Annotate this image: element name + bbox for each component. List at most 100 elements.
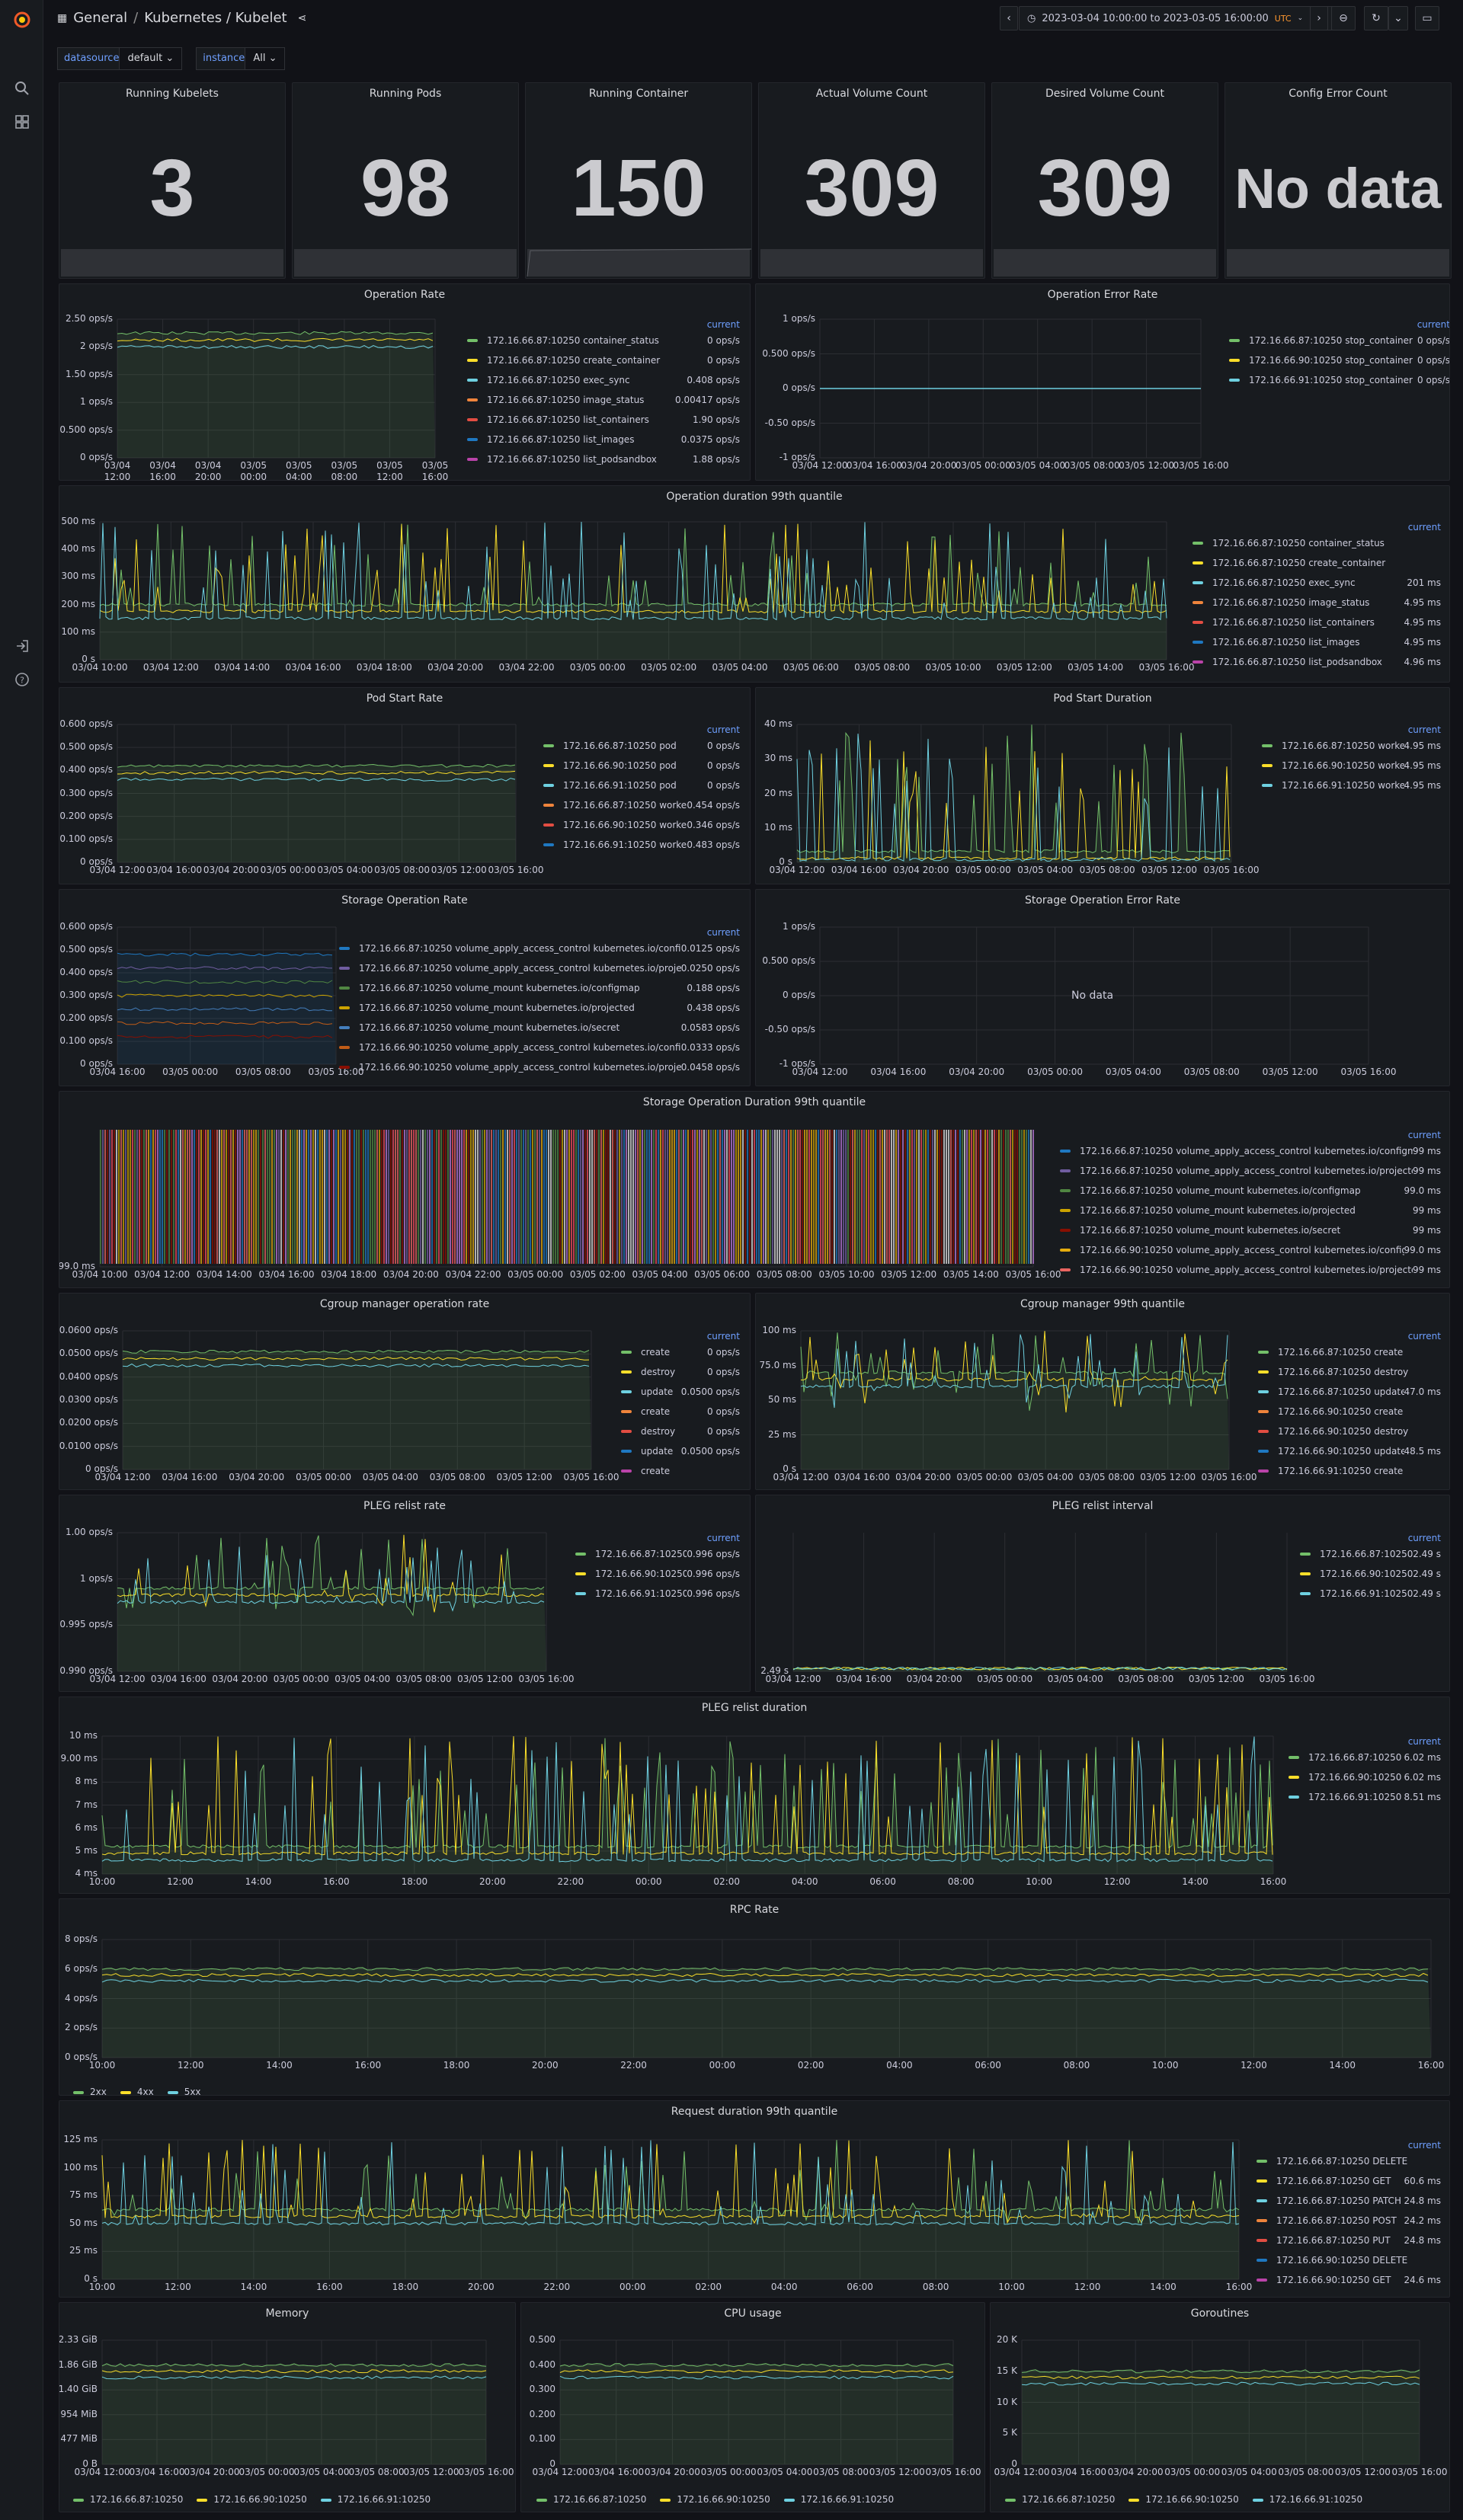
- graph-panel-req-dur[interactable]: Request duration 99th quantile 125 ms 100 …: [59, 2100, 1450, 2298]
- legend-item[interactable]: 172.16.66.87:10250 PUT 24.8 ms: [1257, 2233, 1441, 2248]
- legend-item[interactable]: 5xx: [167, 2087, 201, 2095]
- grafana-logo[interactable]: [13, 11, 31, 29]
- legend-item[interactable]: 172.16.66.87:10250 DELETE: [1257, 2154, 1441, 2169]
- time-forward-button[interactable]: ›: [1310, 6, 1328, 30]
- legend-item[interactable]: 172.16.66.87:10250: [536, 2494, 646, 2505]
- graph-panel-rpc[interactable]: RPC Rate 8 ops/s 6 ops/s 4 ops/s 2 ops/s 0 op…: [59, 1898, 1450, 2096]
- legend-item[interactable]: 172.16.66.90:10250 create: [1258, 1404, 1441, 1419]
- legend-item[interactable]: 172.16.66.90:10250: [660, 2494, 770, 2505]
- legend-item[interactable]: 172.16.66.90:10250: [197, 2494, 307, 2505]
- legend-item[interactable]: 172.16.66.87:10250 list_podsandbox 4.96 m…: [1192, 654, 1441, 670]
- instance-select[interactable]: All ⌄: [245, 47, 286, 70]
- zoom-out-icon[interactable]: ⊖: [1331, 6, 1356, 30]
- legend-item[interactable]: 172.16.66.87:10250: [1005, 2494, 1115, 2505]
- legend-item[interactable]: 172.16.66.87:10250 GET 60.6 ms: [1257, 2173, 1441, 2189]
- legend-header[interactable]: current: [707, 1331, 740, 1342]
- legend-item[interactable]: create 0 ops/s: [621, 1404, 740, 1419]
- legend-item[interactable]: 172.16.66.87:10250 container_status: [1192, 536, 1441, 551]
- plot-area[interactable]: [991, 2303, 1450, 2512]
- legend-item[interactable]: destroy 0 ops/s: [621, 1364, 740, 1380]
- legend-header[interactable]: current: [707, 927, 740, 938]
- refresh-interval-dropdown[interactable]: ⌄: [1388, 6, 1408, 30]
- legend-item[interactable]: 172.16.66.90:10250: [1128, 2494, 1239, 2505]
- legend-item[interactable]: 172.16.66.87:10250 POST 24.2 ms: [1257, 2213, 1441, 2228]
- graph-panel-gor[interactable]: Goroutines 20 K 15 K 10 K5 K 0 03/04 12:00 03/…: [990, 2302, 1450, 2512]
- plot-area[interactable]: [521, 2303, 985, 2512]
- legend-item[interactable]: 172.16.66.87:10250: [73, 2494, 183, 2505]
- legend-item[interactable]: 172.16.66.87:10250 PATCH 24.8 ms: [1257, 2193, 1441, 2208]
- legend-item[interactable]: 172.16.66.87:10250 worker 0.454 ops/s: [543, 798, 740, 813]
- legend-item[interactable]: 172.16.66.90:10250 stop_container 0 ops/s: [1229, 353, 1449, 368]
- legend-item[interactable]: 172.16.66.91:10250 create: [1258, 1463, 1441, 1479]
- tv-icon[interactable]: ▭: [1415, 6, 1439, 30]
- help-icon[interactable]: ?: [13, 670, 31, 689]
- legend-item[interactable]: 172.16.66.87:10250 list_containers 1.90 o…: [467, 412, 740, 427]
- legend-item[interactable]: 172.16.66.90:10250 2.49 s: [1300, 1566, 1441, 1581]
- legend-item[interactable]: 172.16.66.87:10250 volume_apply_access_c…: [339, 961, 740, 976]
- legend-item[interactable]: 4xx: [120, 2087, 154, 2095]
- legend-item[interactable]: 172.16.66.91:10250 8.51 ms: [1289, 1789, 1441, 1805]
- graph-panel-pod-dur[interactable]: Pod Start Duration 40 ms 30 ms 20 ms 10 ms 0 …: [755, 687, 1450, 884]
- legend-item[interactable]: destroy 0 ops/s: [621, 1424, 740, 1439]
- legend-item[interactable]: 172.16.66.87:10250 image_status 0.00417 o…: [467, 392, 740, 408]
- legend-item[interactable]: 172.16.66.87:10250 volume_mount kubernet…: [339, 1000, 740, 1015]
- legend-item[interactable]: 172.16.66.90:10250 volume_apply_access_c…: [339, 1060, 740, 1075]
- legend-item[interactable]: 172.16.66.91:10250 stop_container 0 ops/s: [1229, 373, 1449, 388]
- legend-item[interactable]: 172.16.66.87:10250 stop_container 0 ops/s: [1229, 333, 1449, 348]
- legend-item[interactable]: 172.16.66.87:10250 volume_mount kubernet…: [339, 980, 740, 996]
- legend-item[interactable]: 172.16.66.87:10250 list_images 4.95 ms: [1192, 635, 1441, 650]
- legend-item[interactable]: 172.16.66.90:10250 pod 0 ops/s: [543, 758, 740, 773]
- legend-item[interactable]: 172.16.66.90:10250 6.02 ms: [1289, 1770, 1441, 1785]
- graph-panel-st-rate[interactable]: Storage Operation Rate 0.600 ops/s 0.500 o…: [59, 889, 751, 1086]
- legend-item[interactable]: 172.16.66.90:10250 DELETE: [1257, 2253, 1441, 2268]
- legend-header[interactable]: current: [1408, 1331, 1441, 1342]
- legend-item[interactable]: 172.16.66.90:10250 worker 4.95 ms: [1262, 758, 1441, 773]
- dashboards-icon[interactable]: [13, 113, 31, 131]
- legend-item[interactable]: 172.16.66.91:10250 worker 0.483 ops/s: [543, 837, 740, 852]
- legend-item[interactable]: 172.16.66.90:10250 GET 24.6 ms: [1257, 2272, 1441, 2288]
- legend-item[interactable]: 172.16.66.87:10250 volume_mount kubernet…: [1060, 1183, 1441, 1198]
- legend-item[interactable]: 172.16.66.91:10250 pod 0 ops/s: [543, 778, 740, 793]
- legend-item[interactable]: update 0.0500 ops/s: [621, 1444, 740, 1459]
- legend-item[interactable]: 172.16.66.87:10250 volume_apply_access_c…: [339, 941, 740, 956]
- legend-item[interactable]: 172.16.66.87:10250 list_containers 4.95 m…: [1192, 615, 1441, 630]
- time-range-picker[interactable]: ◷ 2023-03-04 10:00:00 to 2023-03-05 16:0…: [1019, 6, 1346, 30]
- graph-panel-cg-rate[interactable]: Cgroup manager operation rate 0.0600 ops/…: [59, 1293, 751, 1490]
- legend-item[interactable]: 172.16.66.87:10250 exec_sync 0.408 ops/s: [467, 373, 740, 388]
- legend-item[interactable]: 172.16.66.90:10250 destroy: [1258, 1424, 1441, 1439]
- legend-item[interactable]: create: [621, 1463, 740, 1479]
- graph-panel-op-err[interactable]: Operation Error Rate 1 ops/s 0.500 ops/s 0 …: [755, 283, 1450, 481]
- legend-header[interactable]: current: [707, 1533, 740, 1543]
- legend-item[interactable]: 172.16.66.90:10250 worker 0.346 ops/s: [543, 817, 740, 833]
- graph-panel-mem[interactable]: Memory 2.33 GiB 1.86 GiB 1.40 GiB 954 MiB 477…: [59, 2302, 516, 2512]
- legend-item[interactable]: 172.16.66.87:10250 6.02 ms: [1289, 1750, 1441, 1765]
- stat-panel[interactable]: Running Kubelets 3: [59, 82, 286, 279]
- legend-header[interactable]: current: [707, 724, 740, 735]
- legend-item[interactable]: 2xx: [73, 2087, 107, 2095]
- legend-item[interactable]: 172.16.66.87:10250 image_status 4.95 ms: [1192, 595, 1441, 610]
- plot-area[interactable]: [59, 2101, 1450, 2298]
- stat-panel[interactable]: Actual Volume Count 309: [758, 82, 985, 279]
- legend-item[interactable]: 172.16.66.87:10250 volume_apply_access_c…: [1060, 1163, 1441, 1178]
- legend-item[interactable]: 172.16.66.87:10250 volume_mount kubernet…: [1060, 1203, 1441, 1218]
- page-title[interactable]: Kubernetes / Kubelet: [144, 10, 287, 26]
- legend-item[interactable]: 172.16.66.87:10250 list_podsandbox 1.88 o…: [467, 452, 740, 467]
- legend-item[interactable]: 172.16.66.87:10250 list_images 0.0375 ops…: [467, 432, 740, 447]
- refresh-icon[interactable]: ↻: [1364, 6, 1388, 30]
- legend-item[interactable]: 172.16.66.87:10250 create_container: [1192, 555, 1441, 571]
- graph-panel-op-dur[interactable]: Operation duration 99th quantile 500 ms 40…: [59, 485, 1450, 683]
- graph-panel-pleg-int[interactable]: PLEG relist interval 2.49 s 03/04 12:00 03/…: [755, 1495, 1450, 1692]
- graph-panel-pleg-rate[interactable]: PLEG relist rate 1.00 ops/s 1 ops/s 0.995 o…: [59, 1495, 751, 1692]
- graph-panel-st-dur[interactable]: Storage Operation Duration 99th quantile…: [59, 1091, 1450, 1288]
- legend-item[interactable]: 172.16.66.90:10250 update 48.5 ms: [1258, 1444, 1441, 1459]
- legend-item[interactable]: 172.16.66.91:10250 worker 4.95 ms: [1262, 778, 1441, 793]
- legend-item[interactable]: 172.16.66.91:10250: [320, 2494, 431, 2505]
- time-back-button[interactable]: ‹: [1000, 6, 1018, 30]
- plot-area[interactable]: [59, 1697, 1450, 1894]
- search-icon[interactable]: [13, 79, 31, 98]
- legend-item[interactable]: 172.16.66.87:10250 exec_sync 201 ms: [1192, 575, 1441, 590]
- legend-item[interactable]: 172.16.66.90:10250 volume_apply_access_c…: [1060, 1242, 1441, 1258]
- graph-panel-cg-dur[interactable]: Cgroup manager 99th quantile 100 ms 75.0 m…: [755, 1293, 1450, 1490]
- graph-panel-st-err[interactable]: Storage Operation Error Rate 1 ops/s 0.500…: [755, 889, 1450, 1086]
- legend-header[interactable]: current: [707, 319, 740, 330]
